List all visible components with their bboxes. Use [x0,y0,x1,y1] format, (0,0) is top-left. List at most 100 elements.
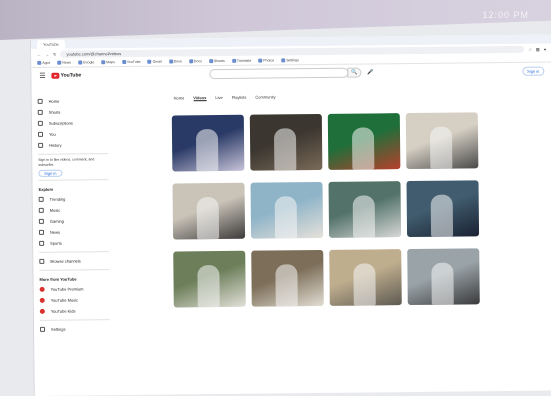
video-title[interactable] [406,171,478,172]
sidebar-item-more[interactable]: YouTube Premium [39,283,110,295]
thumbnail-subject [431,262,454,305]
star-icon[interactable]: ☆ [528,46,532,51]
video-title[interactable] [174,310,246,311]
forward-icon[interactable]: → [45,51,49,56]
tab-videos[interactable]: Videos [193,95,207,102]
video-card[interactable] [171,114,245,176]
sidebar-signin-button[interactable]: Sign in [38,169,63,177]
youtube-logo[interactable]: YouTube [51,72,82,79]
video-card[interactable] [250,181,324,243]
sidebar-item-shorts[interactable]: Shorts [37,106,108,118]
video-thumbnail[interactable] [406,180,480,238]
video-thumbnail[interactable] [329,249,402,306]
video-card[interactable] [249,113,323,175]
tab-playlists[interactable]: Playlists [232,95,247,101]
video-title[interactable] [251,241,323,242]
video-thumbnail[interactable] [250,181,324,239]
bookmark-item[interactable]: Apps [37,61,50,65]
video-thumbnail[interactable] [172,182,246,240]
video-card[interactable] [407,248,480,309]
video-card[interactable] [251,249,324,311]
bookmark-item[interactable]: Translate [232,59,252,63]
signin-button[interactable]: Sign in [522,66,545,76]
video-thumbnail[interactable] [407,248,480,306]
video-card[interactable] [173,250,246,312]
search-input[interactable] [209,67,349,80]
sidebar-item-history[interactable]: History [38,139,108,151]
video-title[interactable] [250,173,322,174]
channel-tabs: Home Videos Live Playlists Community [174,94,276,102]
browse-channels[interactable]: Browse channels [39,255,109,267]
microphone-icon[interactable]: 🎤 [367,69,373,75]
video-card[interactable] [327,113,401,174]
video-thumbnail[interactable] [405,112,479,170]
video-grid [171,112,480,312]
monitor-bezel [0,0,551,40]
video-title[interactable] [330,308,402,309]
sidebar-item-label: Subscriptions [48,120,73,126]
profile-icon[interactable]: ● [544,46,546,51]
video-card[interactable] [406,180,480,241]
sidebar-divider [39,319,110,321]
sidebar-item-gaming[interactable]: Gaming [38,215,109,227]
video-card[interactable] [328,181,402,242]
sidebar-item-more[interactable]: YouTube Music [39,294,110,306]
menu-icon[interactable]: ☰ [39,72,45,80]
thumbnail-subject [430,194,454,237]
video-title[interactable] [329,240,401,241]
sidebar-item-home[interactable]: Home [37,95,108,107]
video-title[interactable] [328,172,400,173]
extensions-icon[interactable]: ▦ [536,46,540,51]
video-thumbnail[interactable] [173,250,246,308]
sidebar-signin-prompt: Sign in to like videos, comment, and sub… [38,157,95,167]
bookmark-item[interactable]: Google [78,60,94,64]
bookmark-item[interactable]: YouTube [122,60,141,64]
bookmark-item[interactable]: Photos [258,58,274,62]
video-title[interactable] [252,309,324,310]
sidebar-item-news[interactable]: News [38,226,109,238]
bookmark-item[interactable]: Settings [281,58,299,62]
search-icon[interactable]: 🔍 [347,67,362,78]
thumbnail-subject [275,264,298,307]
video-card[interactable] [172,182,246,244]
sidebar-item-subscriptions[interactable]: Subscriptions [37,117,108,129]
video-thumbnail[interactable] [171,114,245,172]
video-card[interactable] [405,112,479,173]
video-title[interactable] [172,174,244,175]
bookmark-item[interactable]: Maps [101,60,115,64]
logo-text: YouTube [60,72,82,79]
sidebar-item-trending[interactable]: Trending [38,193,109,205]
bookmark-item[interactable]: Sheets [209,59,225,63]
bookmark-item[interactable]: News [57,61,71,65]
video-thumbnail[interactable] [328,181,402,238]
sidebar-item-more[interactable]: YouTube Kids [39,305,110,317]
bookmark-item[interactable]: Gmail [148,60,162,64]
tab-home[interactable]: Home [174,95,185,101]
video-thumbnail[interactable] [249,113,323,171]
browser-tab[interactable]: YouTube [36,39,65,49]
news-icon [38,229,45,235]
youtube-product-icon [39,308,45,314]
tab-live[interactable]: Live [215,95,222,101]
sidebar-item-sports[interactable]: Sports [39,237,109,249]
reload-icon[interactable]: ↻ [53,51,56,56]
video-card[interactable] [329,249,402,310]
sidebar-item-music[interactable]: Music [38,204,109,216]
bookmark-item[interactable]: Docs [189,59,202,63]
add-circle-icon [39,258,45,264]
browser-window: YouTube ← → ↻ youtube.com/@channel/video… [30,34,551,396]
back-icon[interactable]: ← [37,51,41,56]
thumbnail-subject [195,129,219,172]
video-title[interactable] [408,307,480,308]
video-title[interactable] [407,239,479,240]
tab-community[interactable]: Community [255,94,275,100]
video-thumbnail[interactable] [251,249,324,307]
sidebar-item-label: Settings [51,326,66,332]
sidebar-item-you[interactable]: You [37,128,108,140]
sidebar-item-label: Gaming [49,218,64,224]
video-thumbnail[interactable] [327,113,401,170]
sidebar-item-settings[interactable]: Settings [40,323,110,335]
trending-icon [38,196,44,202]
video-title[interactable] [173,242,245,243]
bookmark-item[interactable]: Drive [169,59,182,63]
